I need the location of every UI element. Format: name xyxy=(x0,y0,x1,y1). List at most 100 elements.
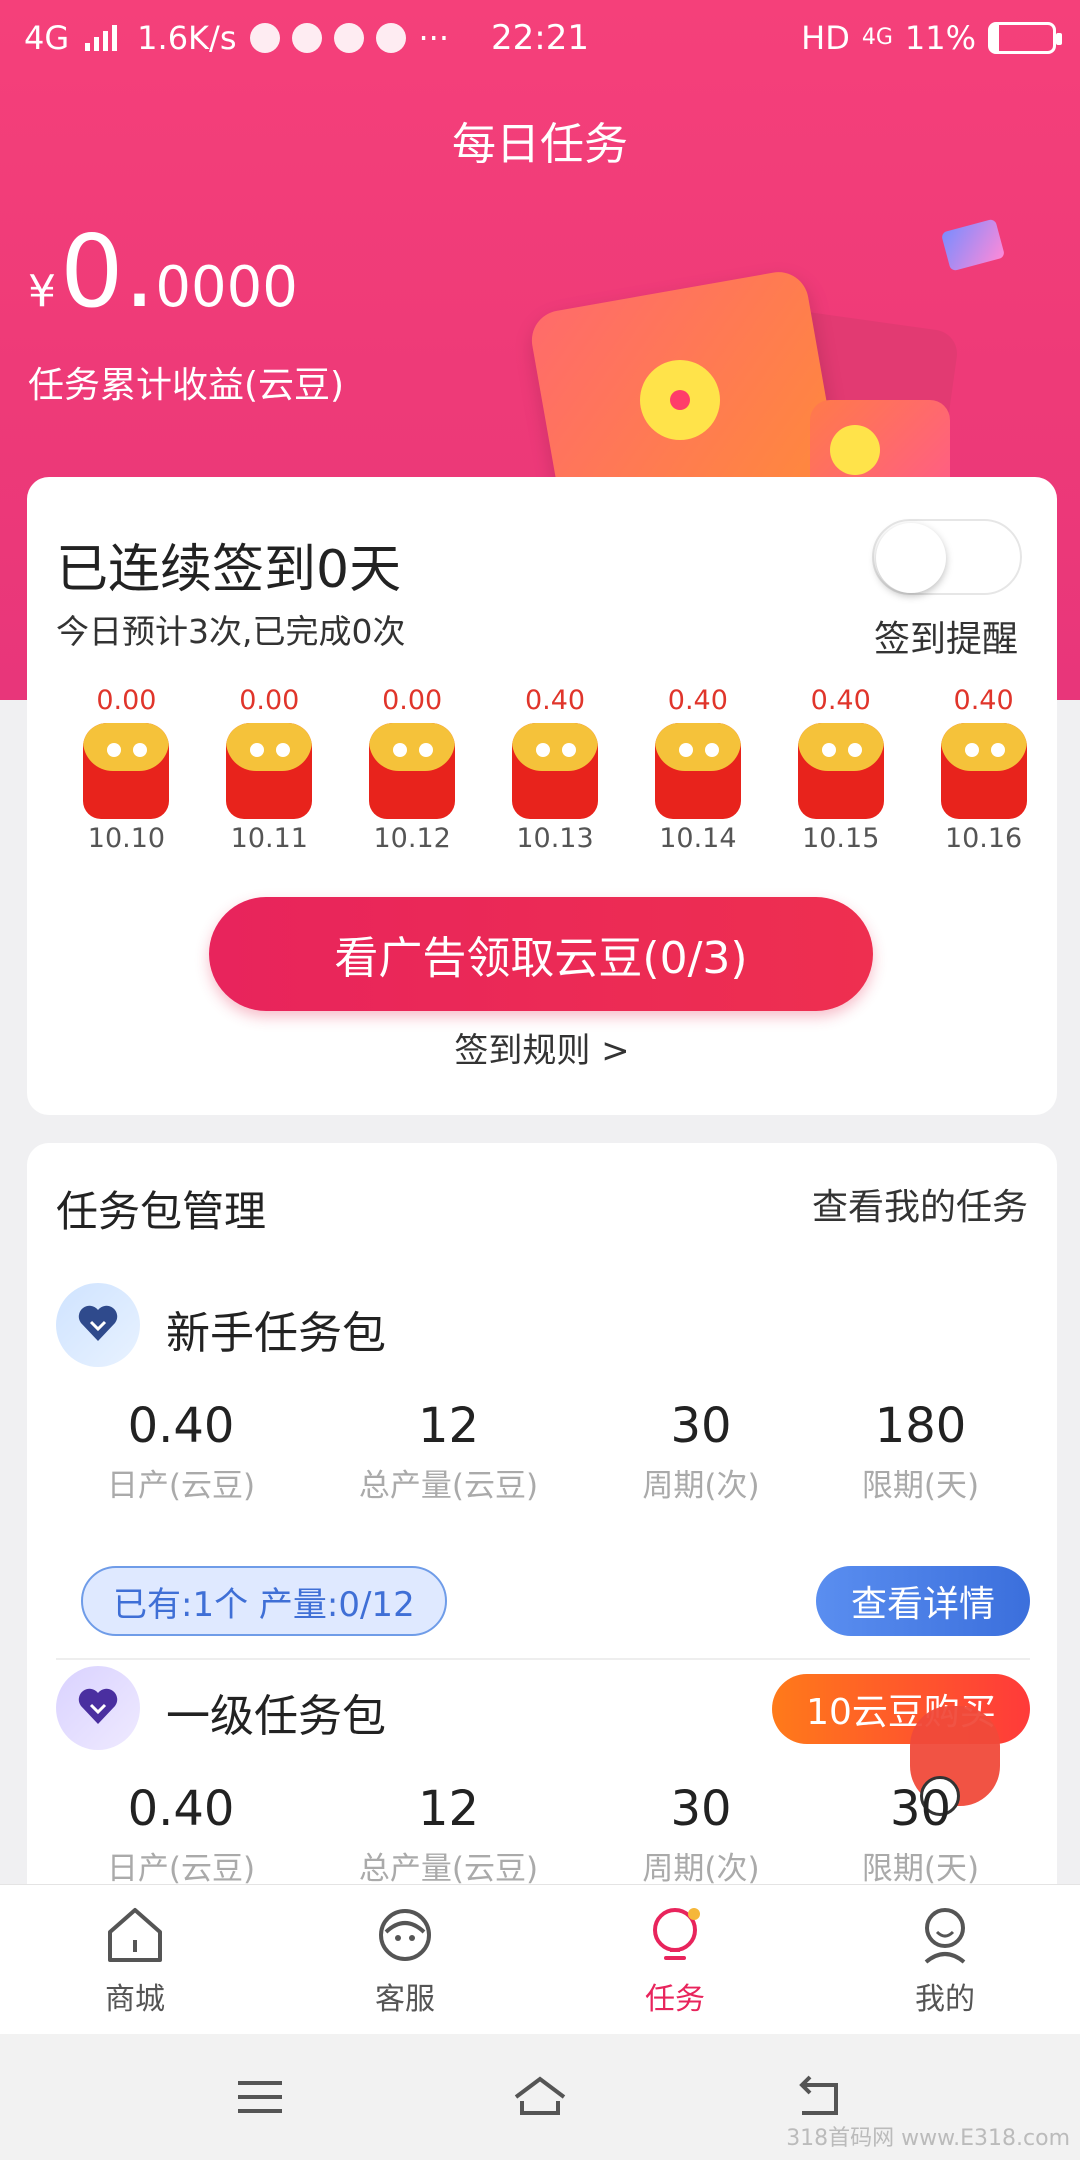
package-stats: 0.40 日产(云豆) 12 总产量(云豆) 30 周期(次) 180 限期(天… xyxy=(56,1398,1030,1505)
day-amount: 0.00 xyxy=(239,685,300,716)
reminder-toggle[interactable] xyxy=(872,519,1022,595)
stat-label: 限期(天) xyxy=(861,1851,980,1887)
earnings-label: 任务累计收益(云豆) xyxy=(28,365,345,406)
hd-label: HD xyxy=(801,18,850,57)
stat-daily: 0.40 日产(云豆) xyxy=(56,1781,306,1888)
package-stats: 0.40 日产(云豆) 12 总产量(云豆) 30 周期(次) 30 限期(天) xyxy=(56,1781,1030,1888)
stat-term: 30 限期(天) xyxy=(811,1781,1030,1888)
home-icon[interactable] xyxy=(510,2067,570,2127)
app-icon xyxy=(334,22,365,53)
day-amount: 0.00 xyxy=(382,685,443,716)
heart-icon xyxy=(78,1305,118,1341)
day-date: 10.14 xyxy=(659,823,737,854)
page-title: 每日任务 xyxy=(452,119,628,170)
earnings-amount: ¥ 0 . 0000 xyxy=(28,222,298,322)
amount-dot: . xyxy=(123,213,156,330)
tab-label: 客服 xyxy=(375,1981,435,2017)
stat-cycle: 30 周期(次) xyxy=(591,1781,811,1888)
stat-label: 周期(次) xyxy=(642,1851,760,1887)
menu-icon[interactable] xyxy=(230,2067,290,2127)
red-packet-icon xyxy=(940,723,1027,819)
back-icon[interactable] xyxy=(790,2067,850,2127)
tab-label: 商城 xyxy=(105,1981,165,2017)
package-icon xyxy=(56,1666,140,1750)
stat-value: 12 xyxy=(417,1781,480,1837)
signal-icon xyxy=(85,24,118,51)
stat-label: 日产(云豆) xyxy=(106,1468,256,1504)
checkin-day[interactable]: 0.00 10.12 xyxy=(341,685,484,854)
day-date: 10.11 xyxy=(230,823,308,854)
packages-card: 任务包管理 查看我的任务 新手任务包 0.40 日产(云豆) 12 总产量(云豆… xyxy=(27,1143,1057,1903)
watch-ad-button[interactable]: 看广告领取云豆(0/3) xyxy=(209,897,873,1011)
stat-label: 总产量(云豆) xyxy=(358,1468,539,1504)
stat-total: 12 总产量(云豆) xyxy=(306,1398,591,1505)
bottom-tab-bar: 商城 客服 任务 我的 xyxy=(0,1884,1080,2034)
more-icon: ··· xyxy=(418,18,449,57)
coin-small-illustration xyxy=(830,425,880,475)
checkin-day[interactable]: 0.00 10.11 xyxy=(198,685,341,854)
package-name: 一级任务包 xyxy=(166,1691,386,1742)
owned-badge: 已有:1个 产量:0/12 xyxy=(81,1566,447,1636)
network-label: 4G xyxy=(24,18,70,57)
checkin-day[interactable]: 0.40 10.13 xyxy=(484,685,627,854)
tab-service[interactable]: 客服 xyxy=(270,1885,540,2034)
day-date: 10.10 xyxy=(87,823,166,854)
day-amount: 0.40 xyxy=(667,685,728,716)
day-amount: 0.40 xyxy=(524,685,586,716)
day-date: 10.12 xyxy=(373,823,451,854)
stat-label: 限期(天) xyxy=(861,1468,980,1504)
checkin-day[interactable]: 0.00 10.10 xyxy=(55,685,198,854)
battery-icon xyxy=(988,21,1062,54)
fan-icon xyxy=(376,22,407,53)
network-speed: 1.6K/s xyxy=(137,18,237,57)
day-amount: 0.00 xyxy=(96,685,157,716)
stat-value: 0.40 xyxy=(127,1398,235,1454)
checkin-progress: 今日预计3次,已完成0次 xyxy=(56,612,406,651)
amount-decimal: 0000 xyxy=(155,255,298,320)
wechat-icon xyxy=(250,22,281,53)
house-icon xyxy=(108,1907,162,1962)
view-details-button[interactable]: 查看详情 xyxy=(816,1566,1030,1636)
stat-value: 12 xyxy=(417,1398,480,1454)
stat-daily: 0.40 日产(云豆) xyxy=(56,1398,306,1505)
stat-value: 0.40 xyxy=(127,1781,235,1837)
stat-value: 180 xyxy=(874,1398,967,1454)
tab-mall[interactable]: 商城 xyxy=(0,1885,270,2034)
divider xyxy=(56,1658,1030,1660)
checkin-card: 已连续签到0天 今日预计3次,已完成0次 签到提醒 0.00 10.10 0.0… xyxy=(27,477,1057,1115)
stat-label: 总产量(云豆) xyxy=(358,1851,539,1887)
red-packet-icon xyxy=(512,723,598,819)
package-item: 新手任务包 0.40 日产(云豆) 12 总产量(云豆) 30 周期(次) 18… xyxy=(56,1283,1030,1683)
tab-label: 我的 xyxy=(915,1981,975,2017)
tab-profile[interactable]: 我的 xyxy=(810,1885,1080,2034)
checkin-days: 0.00 10.10 0.00 10.11 0.00 10.12 0.40 10… xyxy=(55,685,1055,854)
checkin-day[interactable]: 0.40 10.16 xyxy=(912,685,1055,854)
stat-cycle: 30 周期(次) xyxy=(591,1398,811,1505)
day-amount: 0.40 xyxy=(953,685,1014,716)
stat-value: 30 xyxy=(889,1781,952,1837)
streak-title: 已连续签到0天 xyxy=(56,540,402,600)
checkin-day[interactable]: 0.40 10.15 xyxy=(769,685,912,854)
shield-icon xyxy=(292,22,323,53)
battery-percent: 11% xyxy=(904,18,976,57)
toggle-knob xyxy=(876,523,946,593)
day-date: 10.16 xyxy=(944,823,1023,854)
stat-value: 30 xyxy=(670,1398,732,1454)
package-name: 新手任务包 xyxy=(166,1308,386,1359)
customer-service-icon xyxy=(379,1908,431,1961)
view-my-tasks-link[interactable]: 查看我的任务 xyxy=(812,1178,1028,1230)
tab-tasks[interactable]: 任务 xyxy=(540,1885,810,2034)
day-amount: 0.40 xyxy=(810,685,871,716)
red-packet-icon xyxy=(797,723,884,819)
red-packet-icon xyxy=(83,723,170,819)
checkin-rules-link[interactable]: 签到规则 > xyxy=(27,1023,1057,1072)
package-icon xyxy=(56,1283,140,1367)
heart-icon xyxy=(78,1688,118,1724)
packages-title: 任务包管理 xyxy=(56,1187,267,1236)
checkin-day[interactable]: 0.40 10.14 xyxy=(626,685,769,854)
stat-label: 日产(云豆) xyxy=(106,1851,256,1887)
profile-icon xyxy=(924,1907,966,1964)
day-date: 10.13 xyxy=(516,823,594,854)
reminder-label: 签到提醒 xyxy=(874,619,1019,660)
currency-symbol: ¥ xyxy=(28,266,56,317)
